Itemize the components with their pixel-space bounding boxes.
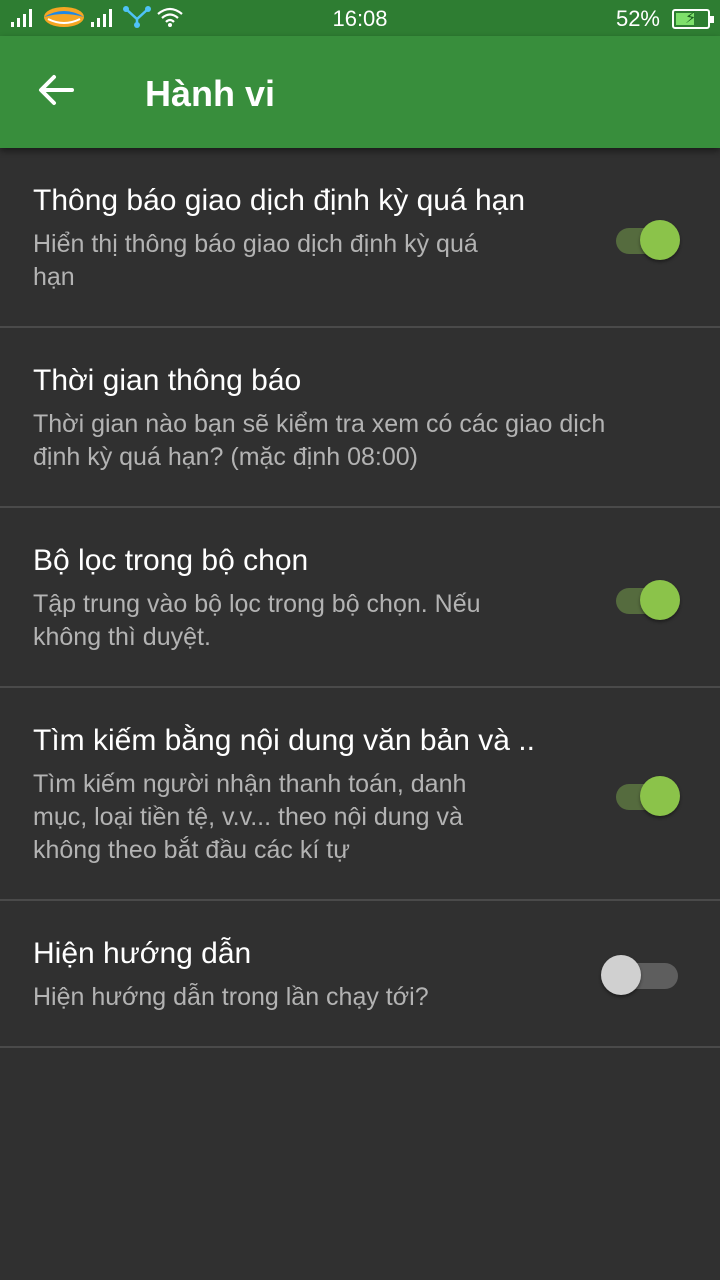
pref-summary: Hiện hướng dẫn trong lần chạy tới? [33, 981, 429, 1014]
summary-line: Tập trung vào bộ lọc trong bộ chọn. Nếu [33, 590, 481, 618]
pref-summary: Thời gian nào bạn sẽ kiểm tra xem có các… [33, 408, 605, 474]
summary-line: Hiển thị thông báo giao dịch định kỳ quá [33, 230, 478, 258]
summary-line: hạn [33, 263, 75, 291]
summary-line: Hiện hướng dẫn trong lần chạy tới? [33, 983, 429, 1011]
back-button[interactable] [24, 58, 88, 122]
switch-thumb [601, 955, 641, 995]
summary-line: không thì duyệt. [33, 623, 211, 651]
arrow-left-icon [39, 75, 74, 105]
pref-text-content-search[interactable]: Tìm kiếm bằng nội dung văn bản và .. Tìm… [0, 688, 720, 901]
pref-title: Bộ lọc trong bộ chọn [33, 544, 309, 577]
pref-title: Tìm kiếm bằng nội dung văn bản và .. [33, 724, 535, 757]
pref-notification-time[interactable]: Thời gian thông báo Thời gian nào bạn sẽ… [0, 328, 720, 508]
page-title: Hành vi [145, 73, 276, 114]
toggle-switch[interactable] [614, 772, 684, 816]
pref-show-tutorial[interactable]: Hiện hướng dẫn Hiện hướng dẫn trong lần … [0, 901, 720, 1048]
status-time: 16:08 [332, 6, 388, 31]
summary-line: Thời gian nào bạn sẽ kiểm tra xem có các… [33, 410, 606, 438]
pref-title: Thời gian thông báo [33, 364, 302, 397]
pref-picker-filter[interactable]: Bộ lọc trong bộ chọn Tập trung vào bộ lọ… [0, 508, 720, 688]
battery-charging-icon: ⚡ [672, 9, 714, 29]
summary-line: không theo bắt đầu các kí tự [33, 836, 350, 864]
pref-summary: Tìm kiếm người nhận thanh toán, danh mục… [33, 768, 466, 867]
toggle-switch[interactable] [614, 576, 684, 620]
pref-summary: Tập trung vào bộ lọc trong bộ chọn. Nếu … [33, 588, 481, 654]
pref-title: Thông báo giao dịch định kỳ quá hạn [33, 184, 526, 217]
switch-thumb [640, 580, 680, 620]
toggle-switch[interactable] [614, 216, 684, 260]
toggle-switch[interactable] [601, 951, 684, 995]
switch-thumb [640, 220, 680, 260]
summary-line: định kỳ quá hạn? (mặc định 08:00) [33, 443, 418, 471]
pref-title: Hiện hướng dẫn [33, 937, 252, 970]
pref-overdue-recurring-notification[interactable]: Thông báo giao dịch định kỳ quá hạn Hiển… [0, 148, 720, 328]
switch-thumb [640, 776, 680, 816]
status-bar: 16:08 52% ⚡ [0, 0, 720, 36]
summary-line: mục, loại tiền tệ, v.v... theo nội dung … [33, 803, 463, 831]
battery-percent: 52% [615, 6, 660, 31]
app-bar: Hành vi [0, 36, 720, 148]
charging-bolt-icon: ⚡ [685, 10, 697, 27]
settings-list: Thông báo giao dịch định kỳ quá hạn Hiển… [0, 148, 720, 1048]
pref-summary: Hiển thị thông báo giao dịch định kỳ quá… [33, 228, 478, 294]
summary-line: Tìm kiếm người nhận thanh toán, danh [33, 770, 467, 798]
status-right: 52% ⚡ [615, 6, 714, 32]
